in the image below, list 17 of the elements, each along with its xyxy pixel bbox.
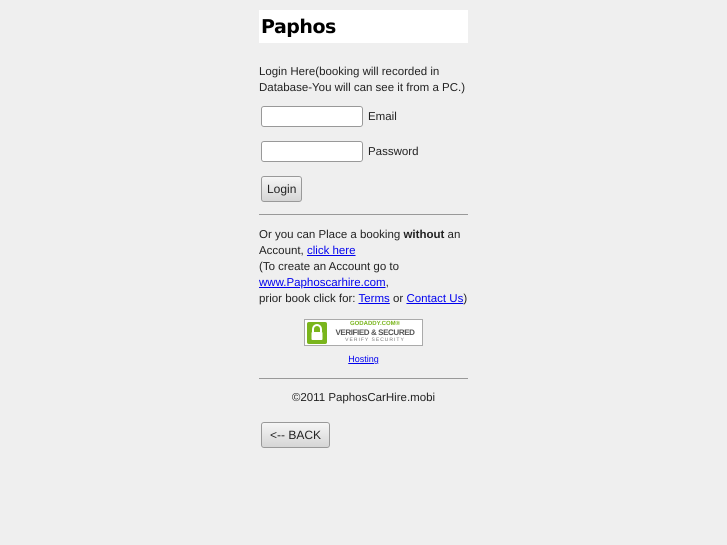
text-link[interactable]: www.Paphoscarhire.com <box>259 277 386 289</box>
booking-note: Or you can Place a booking without an Account, click here (To create an Account go to www.Paphoscarhire.com, prior book click for: Terms or Contact Us) <box>259 228 468 307</box>
login-button[interactable]: Login <box>261 176 302 202</box>
site-title: Paphos <box>261 18 336 34</box>
text-link[interactable]: click here <box>306 245 356 257</box>
input-field[interactable] <box>261 141 363 162</box>
text-link[interactable]: Terms <box>358 293 390 305</box>
back-button[interactable]: <-- BACK <box>261 422 330 448</box>
login-intro: Login Here(booking will recorded in Database-You will can see it from a PC.) <box>259 65 466 96</box>
hosting-link[interactable]: Hosting <box>348 351 379 367</box>
padlock-icon <box>307 322 327 344</box>
text-link[interactable]: Contact Us <box>406 293 464 305</box>
copyright-text: ©2011 PaphosCarHire.mobi <box>290 391 436 406</box>
seal-headline: VERIFIED & SECURED <box>335 328 415 337</box>
field-label: Password <box>368 144 418 160</box>
field-label: Email <box>368 110 397 124</box>
input-field[interactable] <box>261 106 363 127</box>
